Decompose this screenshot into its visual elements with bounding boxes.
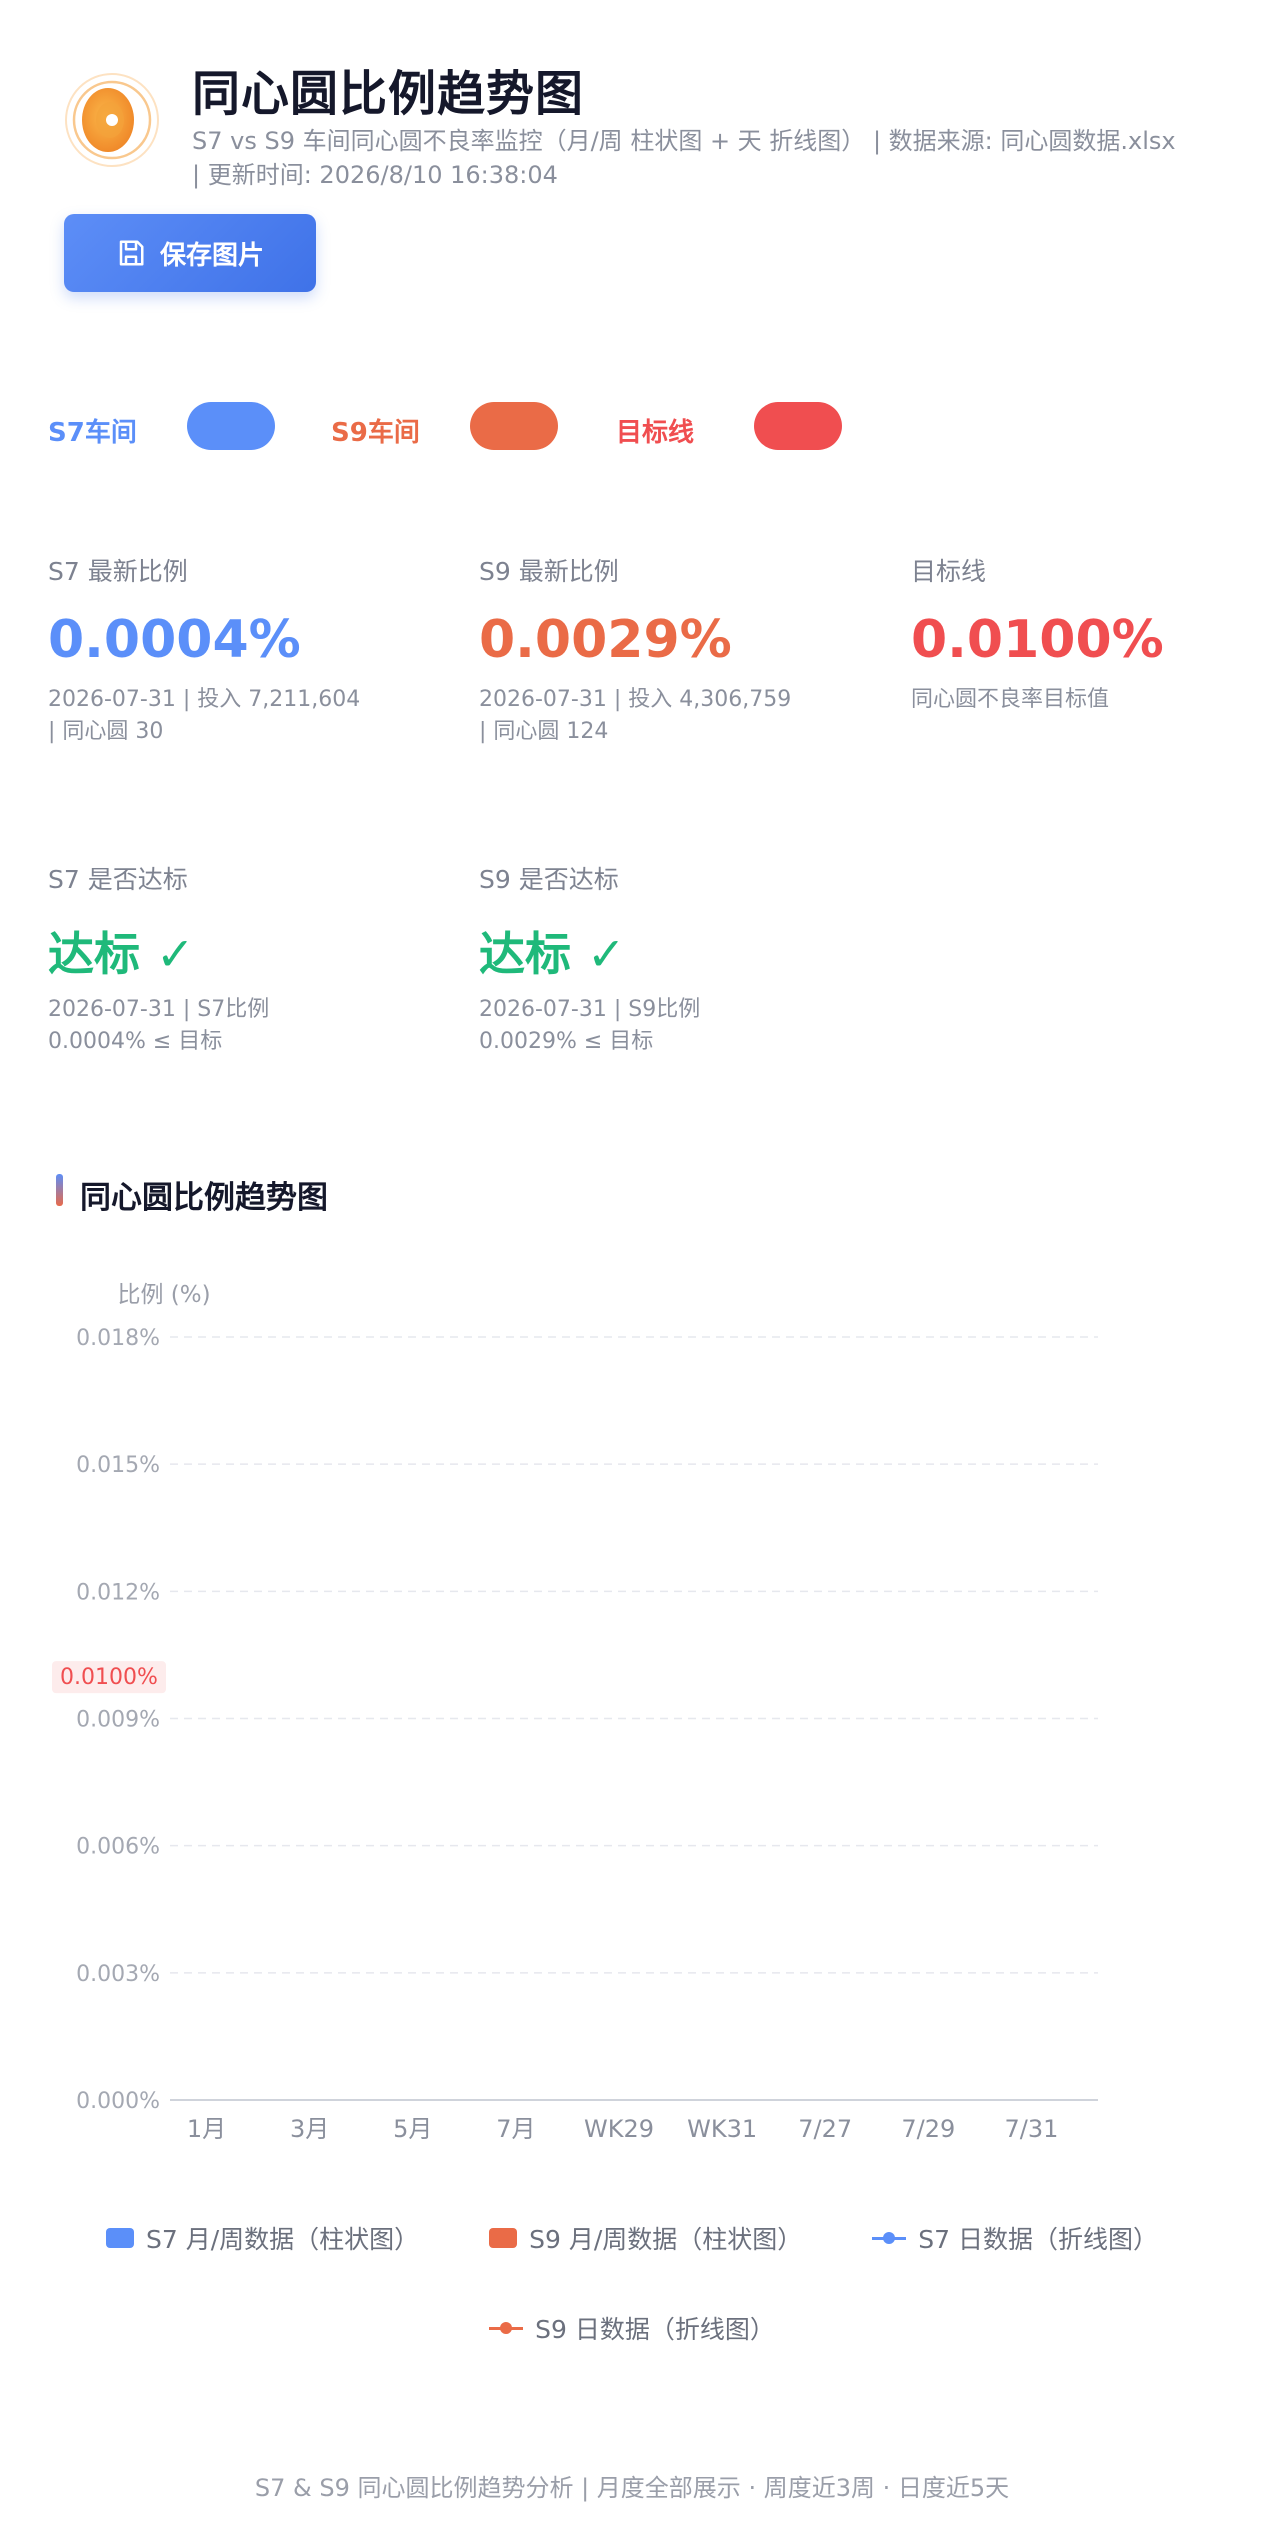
- legend-item-s9-bar[interactable]: S9 月/周数据（柱状图）: [489, 2220, 802, 2256]
- stat-value: 达标 ✓: [479, 927, 626, 981]
- stat-value: 达标 ✓: [48, 927, 195, 981]
- y-tick-label: 0.009%: [76, 1708, 160, 1733]
- save-icon: [119, 240, 144, 266]
- page-subtitle: S7 vs S9 车间同心圆不良率监控（月/周 柱状图 + 天 折线图） | 数…: [192, 127, 1176, 189]
- stat-value: 0.0029%: [479, 610, 732, 670]
- y-axis-title: 比例 (%): [117, 1282, 210, 1308]
- legend-bar-swatch: [105, 2228, 134, 2248]
- x-tick-label: WK31: [687, 2115, 757, 2143]
- stat-label: S9 最新比例: [479, 557, 619, 586]
- toggle-target[interactable]: [754, 402, 842, 450]
- chart-legend-row-1: S7 月/周数据（柱状图） S9 月/周数据（柱状图） S7 日数据（折线图）: [0, 2220, 1264, 2256]
- stat-card-s7-latest: S7 最新比例 0.0004% 2026-07-31 | 投入 7,211,60…: [48, 552, 360, 748]
- legend-line-swatch: [872, 2228, 907, 2248]
- stat-label: 目标线: [911, 557, 987, 586]
- stat-label: S7 最新比例: [48, 557, 188, 586]
- stat-card-target: 目标线 0.0100% 同心圆不良率目标值: [911, 552, 1164, 716]
- legend-label: S9 日数据（折线图）: [535, 2315, 775, 2344]
- section-title: 同心圆比例趋势图: [80, 1180, 328, 1216]
- x-tick-label: 5月: [393, 2115, 432, 2143]
- legend-label: S7 日数据（折线图）: [918, 2225, 1159, 2254]
- toggle-label-s9: S9车间: [331, 418, 420, 448]
- stat-detail: 2026-07-31 | 投入 7,211,604: [48, 687, 361, 712]
- stat-label: S7 是否达标: [48, 865, 188, 894]
- y-tick-label: 0.012%: [76, 1580, 160, 1605]
- stat-detail: 2026-07-31 | S9比例: [479, 997, 701, 1022]
- chart-legend-row-2: S9 日数据（折线图）: [0, 2310, 1264, 2346]
- y-tick-label: 0.015%: [76, 1453, 160, 1478]
- y-tick-label: 0.000%: [76, 2089, 160, 2114]
- stat-detail: | 同心圆 30: [48, 719, 164, 744]
- toggle-label-s7: S7车间: [48, 418, 137, 448]
- stat-detail: | 同心圆 124: [479, 719, 609, 744]
- toggle-label-target: 目标线: [616, 418, 695, 448]
- stat-detail: 同心圆不良率目标值: [911, 687, 1110, 712]
- legend-label: S7 月/周数据（柱状图）: [145, 2225, 420, 2254]
- stat-card-s9-latest: S9 最新比例 0.0029% 2026-07-31 | 投入 4,306,75…: [479, 552, 791, 748]
- page-footer: S7 & S9 同心圆比例趋势分析 | 月度全部展示 · 周度近3周 · 日度近…: [254, 2474, 1010, 2502]
- x-tick-label: 3月: [290, 2115, 329, 2143]
- toggle-s9[interactable]: [470, 402, 558, 450]
- stat-detail: 2026-07-31 | 投入 4,306,759: [479, 687, 792, 712]
- x-tick-label: 7/31: [1004, 2115, 1058, 2143]
- x-tick-label: 1月: [187, 2115, 226, 2143]
- x-tick-label: 7/29: [901, 2115, 955, 2143]
- stat-value: 0.0100%: [911, 610, 1164, 670]
- legend-line-swatch: [489, 2318, 524, 2338]
- toggle-s7[interactable]: [187, 402, 275, 450]
- target-label: 0.0100%: [60, 1665, 158, 1690]
- save-button-label: 保存图片: [159, 240, 264, 271]
- y-tick-label: 0.003%: [76, 1962, 160, 1987]
- concentric-circle-logo-icon: [65, 73, 159, 167]
- stat-card-s7-pass: S7 是否达标 达标 ✓ 2026-07-31 | S7比例 0.0004% ≤…: [48, 860, 269, 1058]
- legend-bar-swatch: [489, 2228, 518, 2248]
- section-accent-bar: [56, 1174, 63, 1206]
- stat-detail: 0.0029% ≤ 目标: [479, 1029, 654, 1054]
- legend-label: S9 月/周数据（柱状图）: [529, 2225, 803, 2254]
- stat-label: S9 是否达标: [479, 865, 619, 894]
- x-tick-label: 7/27: [798, 2115, 852, 2143]
- y-tick-label: 0.006%: [76, 1835, 160, 1860]
- page-title: 同心圆比例趋势图: [192, 66, 585, 122]
- legend-item-s9-line[interactable]: S9 日数据（折线图）: [489, 2310, 775, 2346]
- stat-detail: 0.0004% ≤ 目标: [48, 1029, 223, 1054]
- stat-card-s9-pass: S9 是否达标 达标 ✓ 2026-07-31 | S9比例 0.0029% ≤…: [479, 860, 700, 1058]
- stat-detail: 2026-07-31 | S7比例: [48, 997, 270, 1022]
- trend-chart[interactable]: 比例 (%) 0.000% 0.003% 0.006% 0.009% 0.012% 0.01…: [0, 1270, 1264, 2170]
- save-image-button[interactable]: 保存图片: [64, 214, 316, 292]
- legend-item-s7-bar[interactable]: S7 月/周数据（柱状图）: [105, 2220, 420, 2256]
- y-tick-label: 0.018%: [76, 1326, 160, 1351]
- x-tick-label: WK29: [584, 2115, 654, 2143]
- stat-value: 0.0004%: [48, 610, 301, 670]
- x-tick-label: 7月: [496, 2115, 535, 2143]
- legend-item-s7-line[interactable]: S7 日数据（折线图）: [872, 2220, 1158, 2256]
